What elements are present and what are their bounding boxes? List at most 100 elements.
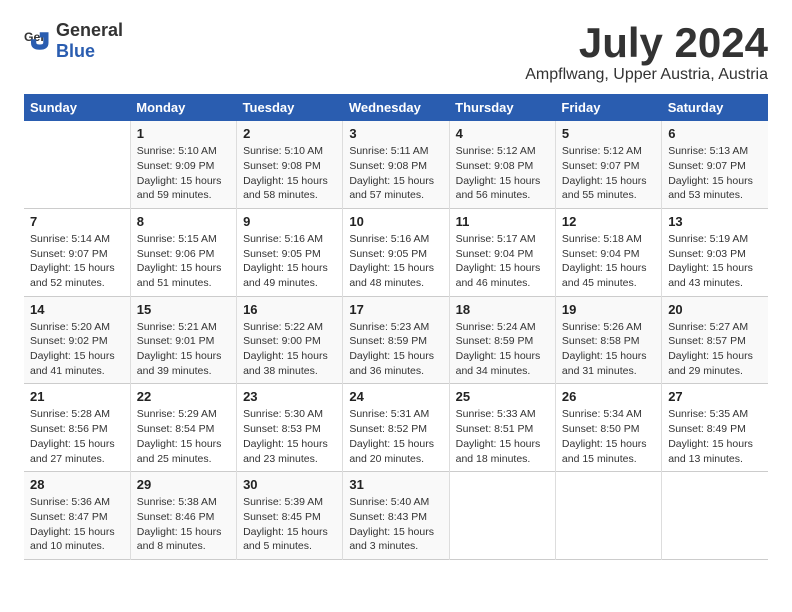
day-info: Sunrise: 5:30 AMSunset: 8:53 PMDaylight:…: [243, 407, 336, 466]
day-number: 11: [456, 214, 549, 229]
day-info: Sunrise: 5:10 AMSunset: 9:08 PMDaylight:…: [243, 144, 336, 203]
calendar-cell: [449, 472, 555, 560]
weekday-header: Monday: [130, 94, 236, 121]
day-number: 2: [243, 126, 336, 141]
day-info: Sunrise: 5:34 AMSunset: 8:50 PMDaylight:…: [562, 407, 655, 466]
calendar-cell: 9 Sunrise: 5:16 AMSunset: 9:05 PMDaylight…: [237, 208, 343, 296]
day-info: Sunrise: 5:17 AMSunset: 9:04 PMDaylight:…: [456, 232, 549, 291]
day-info: Sunrise: 5:19 AMSunset: 9:03 PMDaylight:…: [668, 232, 762, 291]
day-number: 23: [243, 389, 336, 404]
calendar-table: SundayMondayTuesdayWednesdayThursdayFrid…: [24, 94, 768, 560]
day-number: 25: [456, 389, 549, 404]
logo: Gen General Blue: [24, 20, 123, 62]
day-info: Sunrise: 5:36 AMSunset: 8:47 PMDaylight:…: [30, 495, 124, 554]
calendar-cell: 11 Sunrise: 5:17 AMSunset: 9:04 PMDayligh…: [449, 208, 555, 296]
day-number: 18: [456, 302, 549, 317]
day-number: 30: [243, 477, 336, 492]
day-info: Sunrise: 5:27 AMSunset: 8:57 PMDaylight:…: [668, 320, 762, 379]
day-info: Sunrise: 5:16 AMSunset: 9:05 PMDaylight:…: [243, 232, 336, 291]
day-info: Sunrise: 5:13 AMSunset: 9:07 PMDaylight:…: [668, 144, 762, 203]
calendar-cell: 4 Sunrise: 5:12 AMSunset: 9:08 PMDaylight…: [449, 121, 555, 208]
calendar-cell: 24 Sunrise: 5:31 AMSunset: 8:52 PMDayligh…: [343, 384, 449, 472]
calendar-cell: 30 Sunrise: 5:39 AMSunset: 8:45 PMDayligh…: [237, 472, 343, 560]
day-number: 26: [562, 389, 655, 404]
day-info: Sunrise: 5:26 AMSunset: 8:58 PMDaylight:…: [562, 320, 655, 379]
day-number: 29: [137, 477, 230, 492]
calendar-week-row: 28Sunrise: 5:36 AMSunset: 8:47 PMDayligh…: [24, 472, 768, 560]
calendar-cell: [555, 472, 661, 560]
day-number: 4: [456, 126, 549, 141]
logo-text: General Blue: [56, 20, 123, 62]
calendar-cell: 17 Sunrise: 5:23 AMSunset: 8:59 PMDayligh…: [343, 296, 449, 384]
calendar-cell: 14Sunrise: 5:20 AMSunset: 9:02 PMDayligh…: [24, 296, 130, 384]
calendar-cell: 2 Sunrise: 5:10 AMSunset: 9:08 PMDaylight…: [237, 121, 343, 208]
calendar-cell: 23 Sunrise: 5:30 AMSunset: 8:53 PMDayligh…: [237, 384, 343, 472]
weekday-header-row: SundayMondayTuesdayWednesdayThursdayFrid…: [24, 94, 768, 121]
weekday-header: Friday: [555, 94, 661, 121]
day-number: 21: [30, 389, 124, 404]
day-number: 24: [349, 389, 442, 404]
logo-general: General: [56, 20, 123, 40]
calendar-cell: 19 Sunrise: 5:26 AMSunset: 8:58 PMDayligh…: [555, 296, 661, 384]
day-info: Sunrise: 5:21 AMSunset: 9:01 PMDaylight:…: [137, 320, 230, 379]
day-info: Sunrise: 5:11 AMSunset: 9:08 PMDaylight:…: [349, 144, 442, 203]
day-info: Sunrise: 5:29 AMSunset: 8:54 PMDaylight:…: [137, 407, 230, 466]
calendar-cell: 18Sunrise: 5:24 AMSunset: 8:59 PMDayligh…: [449, 296, 555, 384]
calendar-title: July 2024: [525, 20, 768, 66]
logo-icon: Gen: [24, 27, 52, 55]
day-number: 19: [562, 302, 655, 317]
day-number: 17: [349, 302, 442, 317]
calendar-cell: 25Sunrise: 5:33 AMSunset: 8:51 PMDayligh…: [449, 384, 555, 472]
calendar-cell: 21 Sunrise: 5:28 AMSunset: 8:56 PMDayligh…: [24, 384, 130, 472]
day-number: 13: [668, 214, 762, 229]
day-info: Sunrise: 5:22 AMSunset: 9:00 PMDaylight:…: [243, 320, 336, 379]
day-number: 9: [243, 214, 336, 229]
calendar-cell: 13 Sunrise: 5:19 AMSunset: 9:03 PMDayligh…: [662, 208, 768, 296]
day-info: Sunrise: 5:18 AMSunset: 9:04 PMDaylight:…: [562, 232, 655, 291]
day-info: Sunrise: 5:39 AMSunset: 8:45 PMDaylight:…: [243, 495, 336, 554]
calendar-cell: 28Sunrise: 5:36 AMSunset: 8:47 PMDayligh…: [24, 472, 130, 560]
calendar-cell: [24, 121, 130, 208]
weekday-header: Tuesday: [237, 94, 343, 121]
day-number: 5: [562, 126, 655, 141]
calendar-cell: 22 Sunrise: 5:29 AMSunset: 8:54 PMDayligh…: [130, 384, 236, 472]
day-info: Sunrise: 5:14 AMSunset: 9:07 PMDaylight:…: [30, 232, 124, 291]
day-info: Sunrise: 5:31 AMSunset: 8:52 PMDaylight:…: [349, 407, 442, 466]
calendar-subtitle: Ampflwang, Upper Austria, Austria: [525, 66, 768, 84]
calendar-cell: 6 Sunrise: 5:13 AMSunset: 9:07 PMDaylight…: [662, 121, 768, 208]
calendar-week-row: 7 Sunrise: 5:14 AMSunset: 9:07 PMDaylight…: [24, 208, 768, 296]
day-info: Sunrise: 5:10 AMSunset: 9:09 PMDaylight:…: [137, 144, 230, 203]
calendar-cell: 20Sunrise: 5:27 AMSunset: 8:57 PMDayligh…: [662, 296, 768, 384]
calendar-cell: 29 Sunrise: 5:38 AMSunset: 8:46 PMDayligh…: [130, 472, 236, 560]
day-info: Sunrise: 5:16 AMSunset: 9:05 PMDaylight:…: [349, 232, 442, 291]
calendar-cell: 7 Sunrise: 5:14 AMSunset: 9:07 PMDaylight…: [24, 208, 130, 296]
logo-blue: Blue: [56, 41, 95, 61]
calendar-cell: 12Sunrise: 5:18 AMSunset: 9:04 PMDayligh…: [555, 208, 661, 296]
day-info: Sunrise: 5:12 AMSunset: 9:08 PMDaylight:…: [456, 144, 549, 203]
day-info: Sunrise: 5:28 AMSunset: 8:56 PMDaylight:…: [30, 407, 124, 466]
calendar-cell: 27Sunrise: 5:35 AMSunset: 8:49 PMDayligh…: [662, 384, 768, 472]
day-number: 1: [137, 126, 230, 141]
day-info: Sunrise: 5:35 AMSunset: 8:49 PMDaylight:…: [668, 407, 762, 466]
calendar-cell: 26 Sunrise: 5:34 AMSunset: 8:50 PMDayligh…: [555, 384, 661, 472]
calendar-week-row: 14Sunrise: 5:20 AMSunset: 9:02 PMDayligh…: [24, 296, 768, 384]
day-number: 8: [137, 214, 230, 229]
calendar-cell: 1 Sunrise: 5:10 AMSunset: 9:09 PMDaylight…: [130, 121, 236, 208]
day-info: Sunrise: 5:23 AMSunset: 8:59 PMDaylight:…: [349, 320, 442, 379]
header: Gen General Blue July 2024 Ampflwang, Up…: [24, 20, 768, 84]
day-number: 22: [137, 389, 230, 404]
calendar-week-row: 21 Sunrise: 5:28 AMSunset: 8:56 PMDayligh…: [24, 384, 768, 472]
day-number: 6: [668, 126, 762, 141]
day-number: 7: [30, 214, 124, 229]
day-info: Sunrise: 5:12 AMSunset: 9:07 PMDaylight:…: [562, 144, 655, 203]
day-info: Sunrise: 5:38 AMSunset: 8:46 PMDaylight:…: [137, 495, 230, 554]
day-number: 15: [137, 302, 230, 317]
day-number: 16: [243, 302, 336, 317]
calendar-cell: 31Sunrise: 5:40 AMSunset: 8:43 PMDayligh…: [343, 472, 449, 560]
weekday-header: Sunday: [24, 94, 130, 121]
day-info: Sunrise: 5:15 AMSunset: 9:06 PMDaylight:…: [137, 232, 230, 291]
day-info: Sunrise: 5:20 AMSunset: 9:02 PMDaylight:…: [30, 320, 124, 379]
calendar-cell: 5 Sunrise: 5:12 AMSunset: 9:07 PMDaylight…: [555, 121, 661, 208]
day-number: 10: [349, 214, 442, 229]
calendar-cell: 3Sunrise: 5:11 AMSunset: 9:08 PMDaylight…: [343, 121, 449, 208]
